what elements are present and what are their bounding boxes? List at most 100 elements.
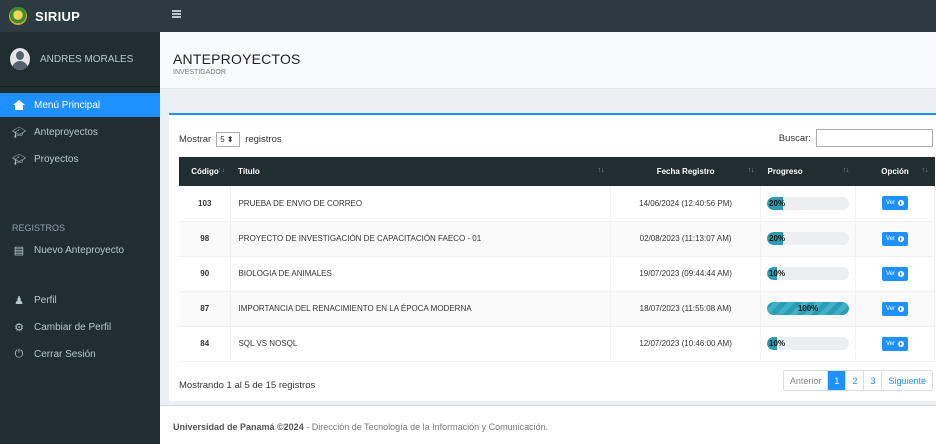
sidebar-section-registros: REGISTROS <box>12 223 66 233</box>
table-toolbar: Mostrar 5 ⬍ registros Buscar: <box>179 129 936 149</box>
sidebar-item-label: Anteproyectos <box>34 127 98 138</box>
view-button-label: Ver <box>886 305 896 312</box>
anteproyectos-table: Código ↑↓ Título ↑↓ Fecha Registro ↑↓ Progr… <box>179 157 935 362</box>
pagination-page-2[interactable]: 2 <box>845 371 863 390</box>
progress-bar: 20% <box>767 196 850 210</box>
document-icon: ▤ <box>13 245 25 257</box>
column-label: Progreso <box>767 167 803 176</box>
cell-fecha: 14/06/2024 (12:40:56 PM) <box>610 186 762 221</box>
main-menu: Menú Principal 🎓︎ Anteproyectos 🎓︎ Proye… <box>0 93 160 368</box>
cell-opcion: Ver <box>855 256 935 291</box>
user-name: ANDRES MORALES <box>40 53 134 65</box>
cell-codigo: 98 <box>179 221 232 256</box>
view-button[interactable]: Ver <box>882 196 909 211</box>
cell-titulo: BIOLOGIA DE ANIMALES <box>230 256 612 291</box>
sidebar-item-label: Cambiar de Perfil <box>34 322 112 333</box>
top-navbar <box>160 0 936 32</box>
pagination-next[interactable]: Siguiente <box>881 371 932 390</box>
progress-fill: 20% <box>767 196 786 210</box>
arrow-circle-right-icon <box>898 305 905 312</box>
content-header: ANTEPROYECTOS INVESTIGADOR <box>160 32 936 89</box>
page-size-select[interactable]: 5 ⬍ <box>216 132 241 147</box>
sidebar-item-label: Perfil <box>34 295 57 306</box>
arrow-circle-right-icon <box>898 200 905 207</box>
column-header-titulo[interactable]: Título ↑↓ <box>231 157 611 186</box>
column-label: Opción <box>881 167 909 176</box>
length-prefix: Mostrar <box>179 134 212 145</box>
cell-progreso: 20% <box>760 186 857 221</box>
view-button[interactable]: Ver <box>882 301 909 316</box>
footer: Universidad de Panamá ©2024 - Dirección … <box>160 405 936 444</box>
table-info: Mostrando 1 al 5 de 15 registros <box>179 380 316 391</box>
home-icon <box>12 100 26 110</box>
search-label: Buscar: <box>778 132 811 144</box>
sidebar-item-nuevo-anteproyecto[interactable]: ▤ Nuevo Anteproyecto <box>0 237 160 264</box>
view-button[interactable]: Ver <box>882 266 909 281</box>
anteproyectos-box: Mostrar 5 ⬍ registros Buscar: Código ↑↓ T… <box>169 113 936 401</box>
column-label: Fecha Registro <box>656 167 715 176</box>
column-header-progreso[interactable]: Progreso ↑↓ <box>761 157 856 186</box>
page-size-value: 5 <box>220 135 225 144</box>
cell-titulo: IMPORTANCIA DEL RENACIMIENTO EN LA ÉPOCA… <box>230 291 612 326</box>
sort-icon: ↑↓ <box>842 167 850 174</box>
page-length-control: Mostrar 5 ⬍ registros <box>179 132 282 147</box>
menu-toggle-icon[interactable] <box>172 10 181 18</box>
sort-icon: ↑↓ <box>921 167 929 174</box>
sort-icon: ↑↓ <box>597 167 605 174</box>
cell-opcion: Ver <box>855 291 935 326</box>
cell-opcion: Ver <box>855 326 935 361</box>
view-button[interactable]: Ver <box>882 231 909 246</box>
progress-bar: 10% <box>767 337 850 350</box>
view-button[interactable]: Ver <box>882 336 909 351</box>
progress-bar: 100% <box>767 302 850 315</box>
column-header-codigo[interactable]: Código ↑↓ <box>179 157 231 186</box>
table-header-row: Código ↑↓ Título ↑↓ Fecha Registro ↑↓ Progr… <box>179 157 935 186</box>
column-header-fecha[interactable]: Fecha Registro ↑↓ <box>611 157 761 186</box>
pagination-page-1[interactable]: 1 <box>827 371 846 390</box>
table-body: 103 PRUEBA DE ENVIO DE CORREO 14/06/2024 (… <box>179 186 935 361</box>
view-button-label: Ver <box>886 235 896 242</box>
app-name: SIRIUP <box>35 8 81 24</box>
progress-fill: 20% <box>767 232 786 245</box>
sidebar-item-menu-principal[interactable]: Menú Principal <box>0 93 160 117</box>
sidebar-item-perfil[interactable]: ♟ Perfil <box>0 287 160 314</box>
pagination-previous[interactable]: Anterior <box>784 371 828 390</box>
column-label: Título <box>237 167 260 176</box>
cell-fecha: 02/08/2023 (11:13:07 AM) <box>610 221 762 256</box>
cell-titulo: SQL VS NOSQL <box>230 326 612 361</box>
sidebar-item-label: Proyectos <box>34 154 79 165</box>
progress-bar: 10% <box>767 267 850 280</box>
progress-bar: 20% <box>767 232 850 245</box>
university-seal-icon <box>9 7 27 25</box>
sidebar-item-cambiar-perfil[interactable]: ⚙ Cambiar de Perfil <box>0 314 160 341</box>
table-row: 98 PROYECTO DE INVESTIGACIÓN DE CAPACITAC… <box>179 221 935 256</box>
sidebar-item-anteproyectos[interactable]: 🎓︎ Anteproyectos <box>0 119 160 146</box>
cell-codigo: 84 <box>179 326 232 361</box>
search-control: Buscar: <box>779 129 933 147</box>
table-row: 84 SQL VS NOSQL 12/07/2023 (10:46:00 AM) 10… <box>179 326 935 361</box>
cell-progreso: 100% <box>760 291 857 326</box>
app-logo[interactable]: SIRIUP <box>0 0 160 32</box>
page-subtitle: INVESTIGADOR <box>173 69 226 76</box>
footer-brand: Universidad de Panamá ©2024 <box>173 422 304 432</box>
sidebar-item-label: Menú Principal <box>34 99 101 111</box>
cell-opcion: Ver <box>855 186 935 221</box>
pagination-page-3[interactable]: 3 <box>863 371 881 390</box>
sidebar: SIRIUP ANDRES MORALES Menú Principal 🎓︎ … <box>0 0 160 444</box>
table-row: 90 BIOLOGIA DE ANIMALES 19/07/2023 (09:44:… <box>179 256 935 291</box>
cell-codigo: 103 <box>179 186 232 221</box>
avatar <box>10 48 30 70</box>
cell-opcion: Ver <box>855 221 935 256</box>
search-input[interactable] <box>816 129 933 147</box>
cell-codigo: 87 <box>179 291 232 326</box>
sidebar-item-cerrar-sesion[interactable]: ⏻ Cerrar Sesión <box>0 341 160 368</box>
progress-fill: 10% <box>767 337 786 350</box>
view-button-label: Ver <box>886 340 896 347</box>
sidebar-item-label: Cerrar Sesión <box>34 349 96 360</box>
sidebar-item-proyectos[interactable]: 🎓︎ Proyectos <box>0 146 160 173</box>
page-title: ANTEPROYECTOS <box>173 51 301 67</box>
table-row: 103 PRUEBA DE ENVIO DE CORREO 14/06/2024 (… <box>179 186 935 221</box>
column-header-opcion[interactable]: Opción ↑↓ <box>856 157 935 186</box>
cell-fecha: 18/07/2023 (11:55:08 AM) <box>610 291 762 326</box>
column-label: Código <box>191 167 219 176</box>
